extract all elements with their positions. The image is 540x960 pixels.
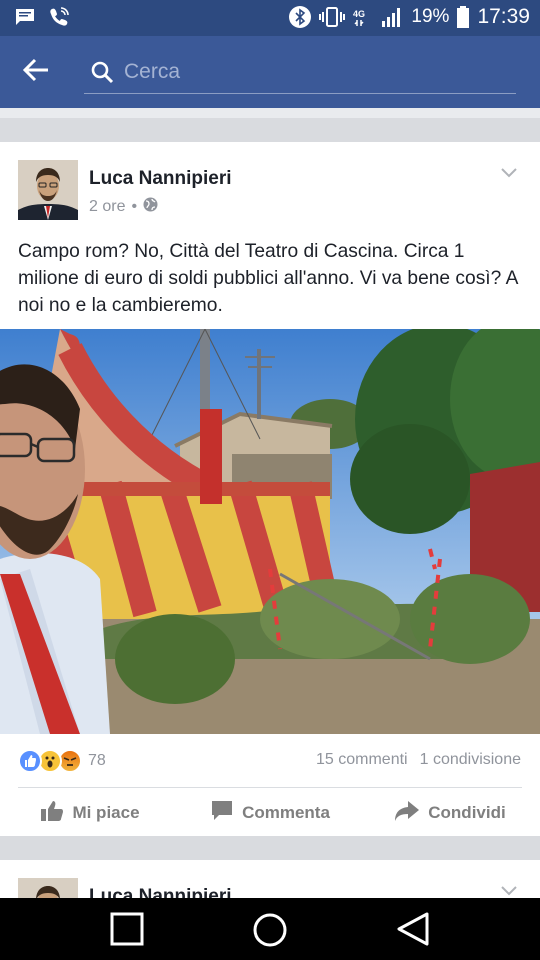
like-reaction-icon <box>18 749 42 773</box>
author-name[interactable]: Luca Nannipieri <box>89 168 232 190</box>
like-button[interactable]: Mi piace <box>0 795 180 831</box>
clock: 17:39 <box>477 5 530 28</box>
post-text: Campo rom? No, Città del Teatro di Casci… <box>18 241 518 316</box>
app-bar <box>0 36 540 108</box>
comment-label: Commenta <box>242 803 330 822</box>
post-time[interactable]: 2 ore <box>89 198 125 216</box>
signal-icon <box>381 6 403 28</box>
comments-count[interactable]: 15 commenti <box>316 751 408 769</box>
back-icon[interactable] <box>396 912 430 951</box>
post-card: Luca Nannipieri 2 ore • Campo rom? No, C… <box>0 142 540 836</box>
meta-separator: • <box>131 198 138 215</box>
share-arrow-icon <box>394 800 420 827</box>
reactions-summary[interactable]: 78 <box>18 749 106 773</box>
globe-icon <box>143 197 158 217</box>
share-button[interactable]: Condividi <box>360 795 540 831</box>
phone-wifi-icon <box>48 6 70 28</box>
next-post-card: Luca Nannipieri <box>0 860 540 900</box>
vibrate-icon <box>319 6 346 28</box>
search-input[interactable] <box>124 56 504 88</box>
like-label: Mi piace <box>72 803 140 822</box>
share-label: Condividi <box>428 803 506 822</box>
battery-icon <box>457 6 470 28</box>
comment-bubble-icon <box>210 800 234 827</box>
recent-apps-icon[interactable] <box>110 912 144 951</box>
chevron-down-icon[interactable] <box>500 166 518 184</box>
post-photo[interactable] <box>0 329 540 734</box>
reaction-count: 78 <box>88 752 106 769</box>
4g-icon: 4G <box>353 6 373 28</box>
thumbs-up-icon <box>40 800 64 827</box>
avatar[interactable] <box>18 878 78 900</box>
search-bar[interactable] <box>84 54 516 94</box>
search-icon <box>90 60 114 89</box>
home-icon[interactable] <box>252 912 288 953</box>
post-stats: 15 commenti 1 condivisione <box>316 751 521 769</box>
bluetooth-icon <box>289 6 312 28</box>
avatar[interactable] <box>18 160 78 220</box>
svg-text:4G: 4G <box>353 9 365 19</box>
message-icon <box>14 7 36 27</box>
status-bar: 4G 19% 17:39 <box>0 0 540 36</box>
android-nav-bar <box>0 898 540 960</box>
shares-count[interactable]: 1 condivisione <box>420 751 521 769</box>
comment-button[interactable]: Commenta <box>180 795 360 831</box>
post-meta: 2 ore • <box>89 197 158 217</box>
feed-separator <box>0 118 540 142</box>
divider <box>18 787 522 788</box>
feed-separator <box>0 836 540 860</box>
back-arrow-icon[interactable] <box>22 56 62 88</box>
battery-percent: 19% <box>411 6 450 27</box>
post-actions: Mi piace Commenta Condividi <box>0 795 540 831</box>
